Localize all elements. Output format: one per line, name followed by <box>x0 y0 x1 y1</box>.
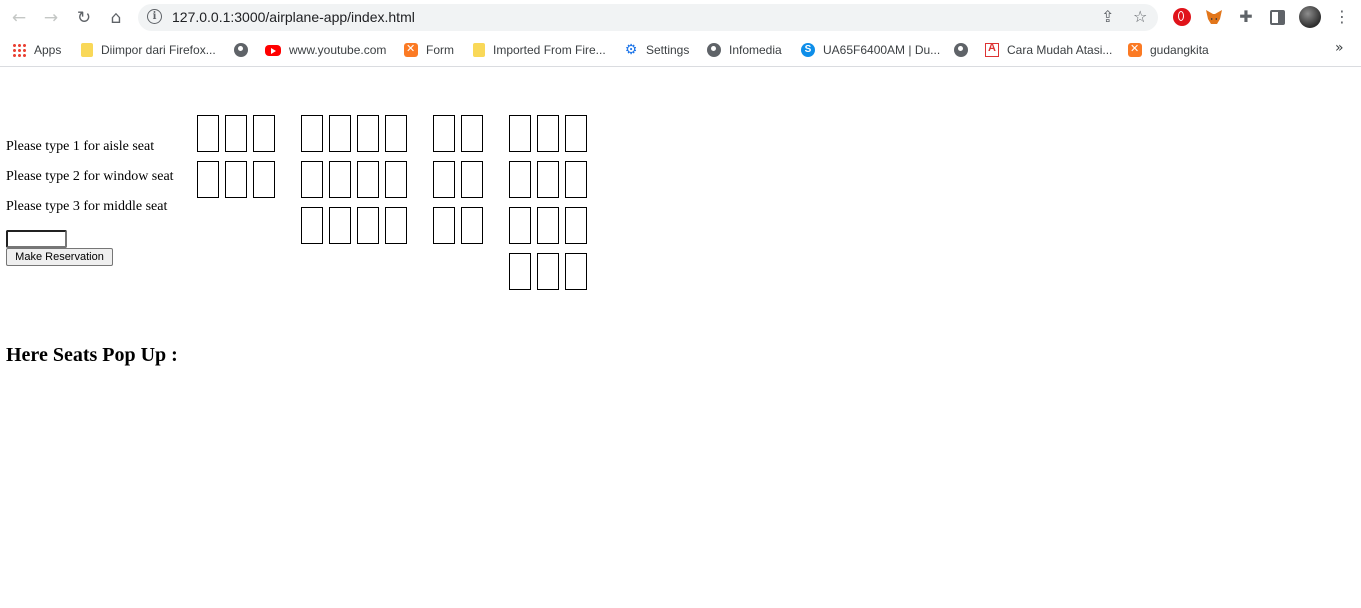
seat-box <box>433 207 455 244</box>
share-icon[interactable]: ⇪ <box>1101 7 1114 26</box>
globe-icon <box>954 43 968 57</box>
seat-box <box>433 115 455 152</box>
folder-icon <box>473 43 485 57</box>
seat-box <box>329 207 351 244</box>
bookmark-apps[interactable]: Apps <box>12 41 61 59</box>
profile-avatar[interactable] <box>1299 6 1321 28</box>
seat-box <box>509 207 531 244</box>
seat-box <box>253 115 275 152</box>
seat-box <box>537 253 559 290</box>
bookmark-label: Settings <box>646 43 690 57</box>
bookmark-label: Diimpor dari Firefox... <box>101 43 216 57</box>
seat-box <box>385 161 407 198</box>
seat-box <box>301 207 323 244</box>
side-panel-icon[interactable] <box>1270 10 1285 25</box>
bookmark-label: UA65F6400AM | Du... <box>823 43 941 57</box>
globe-icon <box>234 43 248 57</box>
seat-box <box>461 161 483 198</box>
seat-box <box>357 115 379 152</box>
more-bookmarks-chevron-icon[interactable]: » <box>1335 40 1344 56</box>
bookmark-globe-2[interactable] <box>954 41 976 59</box>
back-arrow-icon[interactable]: ← <box>8 7 30 29</box>
seat-box <box>537 207 559 244</box>
bookmark-label: gudangkita <box>1150 43 1209 57</box>
seat-box <box>225 161 247 198</box>
apps-grid-icon <box>12 43 26 57</box>
instruction-middle: Please type 3 for middle seat <box>6 199 168 214</box>
bookmark-star-icon[interactable]: ☆ <box>1133 7 1147 26</box>
seat-box <box>509 253 531 290</box>
bookmark-label: Infomedia <box>729 43 782 57</box>
bookmark-folder-firefox[interactable]: Diimpor dari Firefox... <box>81 41 216 59</box>
folder-icon <box>81 43 93 57</box>
site-info-icon[interactable]: i <box>147 9 162 24</box>
xampp-icon <box>404 42 418 57</box>
seat-box <box>537 161 559 198</box>
bookmark-cara-mudah[interactable]: Cara Mudah Atasi... <box>985 41 1112 59</box>
seat-box <box>329 161 351 198</box>
bookmark-globe[interactable] <box>234 41 256 59</box>
seat-box <box>301 115 323 152</box>
seat-box <box>461 207 483 244</box>
metamask-fox-icon[interactable] <box>1205 8 1223 26</box>
instruction-window: Please type 2 for window seat <box>6 169 174 184</box>
seat-type-input[interactable] <box>6 230 67 248</box>
bookmark-label: Form <box>426 43 454 57</box>
bookmark-form[interactable]: Form <box>404 41 454 59</box>
page-content: Please type 1 for aisle seat Please type… <box>0 67 1361 608</box>
opera-extension-icon[interactable] <box>1173 8 1191 26</box>
bookmark-label: www.youtube.com <box>289 43 387 57</box>
extensions-puzzle-icon[interactable]: ✚ <box>1237 8 1255 26</box>
bookmark-infomedia[interactable]: Infomedia <box>707 41 782 59</box>
bookmark-youtube[interactable]: www.youtube.com <box>265 41 386 59</box>
seat-box <box>357 161 379 198</box>
seat-box <box>197 115 219 152</box>
forward-arrow-icon[interactable]: → <box>40 7 62 29</box>
kebab-menu-icon[interactable]: ⋮ <box>1333 8 1351 26</box>
skype-icon: S <box>801 43 815 57</box>
seat-box <box>385 115 407 152</box>
gear-icon: ⚙ <box>624 42 638 58</box>
browser-toolbar: ← → ↻ ⌂ i 127.0.0.1:3000/airplane-app/in… <box>0 0 1361 35</box>
site-icon <box>985 42 999 57</box>
home-icon[interactable]: ⌂ <box>105 7 127 29</box>
youtube-icon <box>265 44 281 56</box>
seat-box <box>509 115 531 152</box>
bookmark-settings[interactable]: ⚙ Settings <box>624 41 690 59</box>
seat-box <box>509 161 531 198</box>
seat-box <box>565 253 587 290</box>
bookmark-folder-imported[interactable]: Imported From Fire... <box>473 41 606 59</box>
seat-box <box>225 115 247 152</box>
xampp-icon <box>1128 42 1142 57</box>
seat-box <box>329 115 351 152</box>
seat-box <box>565 207 587 244</box>
seat-box <box>565 161 587 198</box>
address-bar[interactable]: i 127.0.0.1:3000/airplane-app/index.html… <box>138 4 1158 31</box>
seat-box <box>537 115 559 152</box>
make-reservation-button[interactable]: Make Reservation <box>6 248 113 266</box>
seat-box <box>253 161 275 198</box>
seat-box <box>433 161 455 198</box>
bookmark-label: Cara Mudah Atasi... <box>1007 43 1113 57</box>
seat-box <box>565 115 587 152</box>
seat-box <box>301 161 323 198</box>
seat-box <box>461 115 483 152</box>
seat-box <box>385 207 407 244</box>
instruction-aisle: Please type 1 for aisle seat <box>6 139 155 154</box>
bookmarks-bar: Apps Diimpor dari Firefox... www.youtube… <box>0 35 1361 67</box>
bookmark-label: Imported From Fire... <box>493 43 606 57</box>
globe-icon <box>707 43 721 57</box>
seat-box <box>357 207 379 244</box>
bookmark-label: Apps <box>34 43 62 57</box>
bookmark-skype[interactable]: S UA65F6400AM | Du... <box>801 41 940 59</box>
address-bar-url[interactable]: 127.0.0.1:3000/airplane-app/index.html <box>172 9 415 25</box>
bookmark-gudangkita[interactable]: gudangkita <box>1128 41 1209 59</box>
seat-box <box>197 161 219 198</box>
seats-heading: Here Seats Pop Up : <box>6 344 178 366</box>
reload-icon[interactable]: ↻ <box>73 7 95 29</box>
